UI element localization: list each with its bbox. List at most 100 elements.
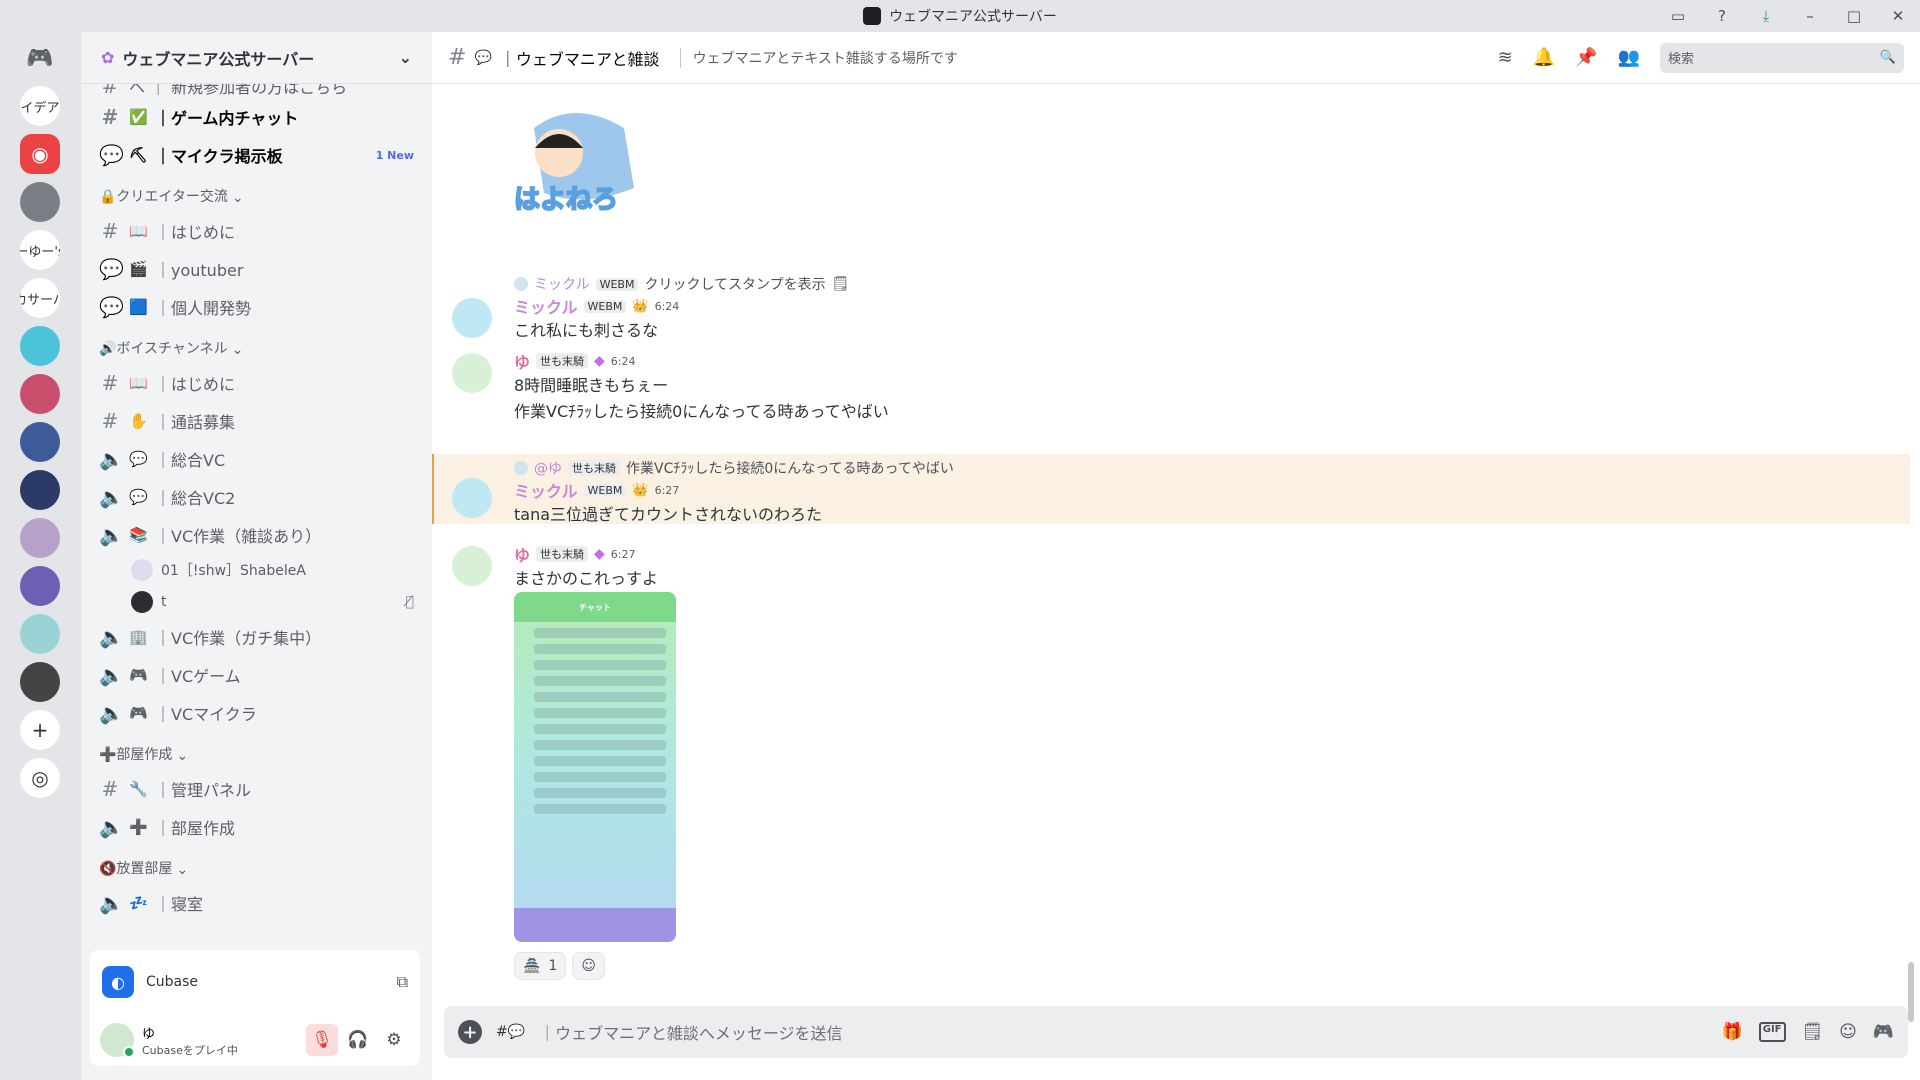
attachment-line (534, 692, 666, 702)
sticker-icon[interactable]: 🗒 (1802, 1022, 1824, 1042)
scrollbar[interactable] (1908, 962, 1914, 1022)
voice-user[interactable]: 01［!shw］ShabeleA (91, 554, 422, 586)
channel-emoji: 📚 (129, 526, 148, 544)
server-avatar[interactable] (20, 374, 60, 414)
reply-text: 作業VCﾁﾗｯしたら接続0にんなってる時あってやばい (626, 461, 954, 477)
new-badge: 1 New (375, 148, 414, 162)
category-room-create[interactable]: ➕部屋作成 ⌄ (91, 732, 422, 770)
attach-plus-icon[interactable]: + (458, 1020, 482, 1044)
channel-partial[interactable]: # ヘ ｜ 新規参加者の方はこちら (91, 84, 422, 98)
inbox-icon[interactable]: ▭ (1656, 0, 1700, 32)
hash-icon: # (101, 84, 119, 98)
voice-channel-item[interactable]: 🔈 🎮 ｜VCマイクラ (91, 694, 422, 732)
channel-topic[interactable]: ウェブマニアとテキスト雑談する場所です (679, 47, 958, 68)
channel-game-chat[interactable]: # ✅ ｜ゲーム内チャット (91, 98, 422, 136)
server-avatar[interactable] (20, 422, 60, 462)
timestamp: 6:24 (610, 354, 636, 368)
add-server-icon[interactable]: + (20, 710, 60, 750)
message: ゆ 世も末騎 ◆ 6:24 8時間睡眠きもちぇー 作業VCﾁﾗｯしたら接続0にん… (432, 349, 1910, 425)
voice-channel-item[interactable]: 🔈 📚 ｜VC作業（雑談あり） (91, 516, 422, 554)
mic-muted-icon: 🎙̸ (405, 594, 414, 610)
threads-icon[interactable]: ≋ (1498, 47, 1513, 68)
members-icon[interactable]: 👥 (1618, 47, 1640, 68)
discord-server-icon[interactable]: ◉ (20, 134, 60, 174)
category-voice[interactable]: 🔊ボイスチャンネル ⌄ (91, 326, 422, 364)
voice-user[interactable]: t 🎙̸ (91, 586, 422, 618)
sleep-sticker[interactable]: はよねろ (504, 98, 644, 238)
minimize-icon[interactable]: – (1788, 0, 1832, 32)
reply-preview[interactable]: @ゆ 世も末騎 作業VCﾁﾗｯしたら接続0にんなってる時あってやばい (514, 458, 1910, 478)
server-avatar-active[interactable] (20, 470, 60, 510)
server-avatar[interactable] (20, 518, 60, 558)
voice-channel-item[interactable]: 🔈 🎮 ｜VCゲーム (91, 656, 422, 694)
message-list: はよねろ ミックル WEBM クリックしてスタンプを表示 🗒 ミックル WEBM… (432, 84, 1910, 1004)
avatar (131, 591, 153, 613)
channel-item[interactable]: 💬 🟦 ｜個人開発勢 (91, 288, 422, 326)
reply-preview[interactable]: ミックル WEBM クリックしてスタンプを表示 🗒 (514, 274, 1910, 294)
mute-mic-button[interactable]: 🎙 (306, 1024, 338, 1056)
voice-channel-item[interactable]: 🔈 💤 ｜寝室 (91, 884, 422, 922)
attachment-line (534, 708, 666, 718)
channel-item[interactable]: # ✋ ｜通話募集 (91, 402, 422, 440)
avatar[interactable] (452, 353, 492, 393)
maximize-icon[interactable]: □ (1832, 0, 1876, 32)
server-item-idea[interactable]: イデア (20, 86, 60, 126)
headphones-button[interactable]: 🎧 (342, 1024, 374, 1056)
activity-panel[interactable]: ◐ Cubase ⧉ (90, 950, 420, 1014)
bell-icon[interactable]: 🔔 (1533, 47, 1555, 68)
server-header[interactable]: ✿ ウェブマニア公式サーバー ⌄ (81, 32, 432, 84)
server-avatar[interactable] (20, 662, 60, 702)
clan-tag: WEBM (595, 277, 639, 291)
reaction[interactable]: 🏯 1 (514, 952, 567, 980)
channel-item[interactable]: # 📖 ｜はじめに (91, 364, 422, 402)
hash-icon: #💬 (496, 1024, 526, 1040)
channel-item[interactable]: 💬 🎬 ｜youtuber (91, 250, 422, 288)
category-creator[interactable]: 🔒クリエイター交流 ⌄ (91, 174, 422, 212)
voice-channel-item[interactable]: 🔈 ➕ ｜部屋作成 (91, 808, 422, 846)
author-name[interactable]: ゆ (514, 542, 530, 566)
voice-channel-item[interactable]: 🔈 🏢 ｜VC作業（ガチ集中） (91, 618, 422, 656)
pin-icon[interactable]: 📌 (1575, 47, 1597, 68)
game-controller-icon[interactable]: 🎮 (1873, 1022, 1894, 1042)
voice-channel-item[interactable]: 🔈 💬 ｜総合VC2 (91, 478, 422, 516)
channel-emoji: 💬 (129, 488, 148, 506)
message-input[interactable]: ｜ウェブマニアと雑談へメッセージを送信 (539, 1020, 1707, 1044)
channel-label: ヘ ｜ 新規参加者の方はこちら (129, 84, 348, 97)
author-name[interactable]: ミックル (514, 478, 578, 502)
message-composer[interactable]: + #💬 ｜ウェブマニアと雑談へメッセージを送信 🎁 GIF 🗒 ☺ 🎮 (444, 1006, 1908, 1058)
server-avatar[interactable] (20, 326, 60, 366)
channel-item[interactable]: # 📖 ｜はじめに (91, 212, 422, 250)
avatar[interactable] (452, 546, 492, 586)
author-name[interactable]: ゆ (514, 349, 530, 373)
download-icon[interactable]: ⤓ (1744, 0, 1788, 32)
chat-area: # 💬 ｜ウェブマニアと雑談 ウェブマニアとテキスト雑談する場所です ≋ 🔔 📌… (432, 32, 1920, 1080)
help-icon[interactable]: ? (1700, 0, 1744, 32)
chevron-down-icon: ⌄ (231, 342, 244, 358)
server-avatar[interactable] (20, 182, 60, 222)
author-name[interactable]: ミックル (514, 294, 578, 318)
close-icon[interactable]: ✕ (1876, 0, 1920, 32)
message-text: tana三位過ぎてカウントされないのわろた (514, 505, 823, 524)
direct-messages-icon[interactable]: 🎮 (20, 38, 60, 78)
image-attachment[interactable]: チャット (514, 592, 676, 942)
gif-icon[interactable]: GIF (1758, 1022, 1786, 1042)
voice-channel-item[interactable]: 🔈 💬 ｜総合VC (91, 440, 422, 478)
category-afk[interactable]: 🔇放置部屋 ⌄ (91, 846, 422, 884)
channel-minecraft-board[interactable]: 💬 ⛏ ｜マイクラ掲示板 1 New (91, 136, 422, 174)
channel-item[interactable]: # 🔧 ｜管理パネル (91, 770, 422, 808)
server-item-kasaba[interactable]: カサーバ (20, 278, 60, 318)
server-avatar[interactable] (20, 614, 60, 654)
share-screen-icon[interactable]: ⧉ (397, 972, 408, 992)
avatar[interactable] (452, 478, 492, 518)
server-avatar[interactable] (20, 566, 60, 606)
gift-icon[interactable]: 🎁 (1722, 1022, 1743, 1042)
discover-icon[interactable]: ◎ (20, 758, 60, 798)
settings-button[interactable]: ⚙ (378, 1024, 410, 1056)
avatar[interactable] (100, 1023, 135, 1058)
online-status-icon (123, 1046, 135, 1058)
emoji-icon[interactable]: ☺ (1839, 1022, 1857, 1042)
avatar[interactable] (452, 298, 492, 338)
search-input[interactable]: 検索 🔍 (1660, 42, 1904, 73)
server-item-yu[interactable]: ーゆー's (20, 230, 60, 270)
add-reaction-button[interactable]: ☺ (572, 952, 605, 980)
